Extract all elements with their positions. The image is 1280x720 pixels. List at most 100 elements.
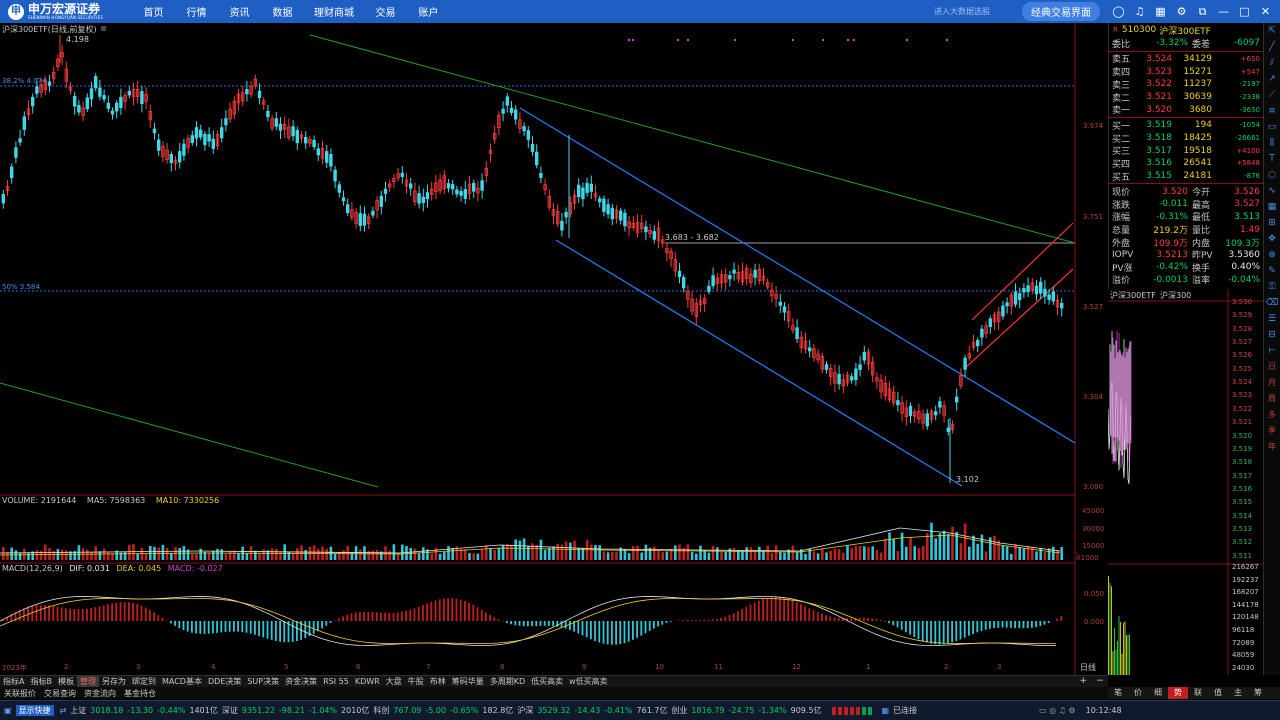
panel-tab[interactable]: 主 bbox=[1228, 687, 1248, 699]
indicator-tab[interactable]: 牛股 bbox=[405, 676, 427, 687]
arrow-tool-icon[interactable]: ↗ bbox=[1268, 71, 1276, 87]
nav-data[interactable]: 数据 bbox=[261, 4, 304, 19]
indicator-tab[interactable]: w低买高卖 bbox=[566, 676, 611, 687]
rsi-tool-icon[interactable]: ⊞ bbox=[1268, 215, 1276, 231]
ruler-icon[interactable]: ⊢ bbox=[1268, 343, 1276, 359]
order-row[interactable]: 买三 3.517 19518 +4100 bbox=[1109, 144, 1263, 158]
table-icon[interactable]: ⊟ bbox=[1268, 327, 1276, 343]
panel-tab[interactable]: 细 bbox=[1148, 687, 1168, 699]
indicator-tab[interactable]: 低买高卖 bbox=[528, 676, 566, 687]
ray-tool-icon[interactable]: ⟋ bbox=[1269, 87, 1275, 103]
order-row[interactable]: 卖三 3.522 11237 -2197 bbox=[1109, 78, 1263, 91]
close-icon[interactable]: ✕ bbox=[1255, 5, 1276, 18]
panel-tab[interactable]: 势 bbox=[1168, 687, 1188, 699]
lock-icon[interactable]: ⚿ bbox=[1269, 279, 1276, 295]
order-row[interactable]: 卖五 3.524 34129 +650 bbox=[1109, 53, 1263, 66]
nav-wealth[interactable]: 理财商城 bbox=[304, 4, 364, 19]
indicator-tab[interactable]: RSI 55 bbox=[320, 677, 352, 686]
order-row[interactable]: 买二 3.518 18425 -26661 bbox=[1109, 132, 1263, 145]
list-icon[interactable]: ☰ bbox=[1268, 311, 1276, 327]
user-icon[interactable]: ◯ bbox=[1108, 5, 1129, 18]
headset-icon[interactable]: ♫ bbox=[1129, 5, 1150, 18]
zoom-out-button[interactable]: − bbox=[1096, 675, 1104, 687]
indicator-tab[interactable]: 资金决策 bbox=[282, 676, 320, 687]
nav-home[interactable]: 首页 bbox=[132, 4, 175, 19]
rect-tool-icon[interactable]: ▭ bbox=[1268, 119, 1277, 135]
nav-news[interactable]: 资讯 bbox=[218, 4, 261, 19]
grid-tool-icon[interactable]: ▦ bbox=[1268, 199, 1277, 215]
order-row[interactable]: 买一 3.519 194 -1054 bbox=[1109, 119, 1263, 132]
indicator-tab[interactable]: 筹码华量 bbox=[449, 676, 487, 687]
period-week[interactable]: 周 bbox=[1268, 391, 1276, 407]
panel-tab[interactable]: 价 bbox=[1128, 687, 1148, 699]
minimize-icon[interactable]: — bbox=[1213, 5, 1234, 18]
arrows-icon[interactable]: ✥ bbox=[1268, 231, 1276, 247]
bottom-tab[interactable]: 交易查询 bbox=[40, 688, 80, 699]
intraday-tab-etf[interactable]: 沪深300ETF bbox=[1110, 290, 1156, 301]
panel-tab[interactable]: 笔 bbox=[1108, 687, 1128, 699]
order-row[interactable]: 卖二 3.521 30639 -2338 bbox=[1109, 91, 1263, 104]
parallel-tool-icon[interactable]: ⫽ bbox=[1270, 55, 1274, 71]
text-tool-icon[interactable]: Ｔ bbox=[1267, 151, 1276, 167]
eraser-icon[interactable]: ⌫ bbox=[1266, 295, 1279, 311]
status-tools[interactable]: ▭ ◎ ♫ ⚙ bbox=[1039, 706, 1076, 715]
kline-chart[interactable] bbox=[0, 23, 1108, 675]
maximize-icon[interactable]: □ bbox=[1234, 5, 1255, 18]
zoom-in-button[interactable]: + bbox=[1079, 675, 1087, 687]
intraday-chart-area[interactable]: 沪深300ETF 沪深300 3.530 3.529 3.528 3.527 3.526… bbox=[1107, 289, 1263, 675]
period-year[interactable]: 年 bbox=[1268, 439, 1276, 455]
indicator-tab[interactable]: DDE决策 bbox=[205, 676, 244, 687]
nav-trade[interactable]: 交易 bbox=[364, 4, 407, 19]
period-day[interactable]: 日 bbox=[1268, 359, 1276, 375]
indicator-tab[interactable]: 绑定到 bbox=[129, 676, 159, 687]
chart-settings-icon[interactable]: ⊗ bbox=[100, 24, 107, 33]
zoom-in-icon[interactable]: ⊕ bbox=[1268, 247, 1276, 263]
order-level: 卖一 bbox=[1112, 106, 1131, 117]
line-tool-icon[interactable]: ╱ bbox=[1269, 39, 1274, 55]
indicator-tab[interactable]: 多周期KD bbox=[487, 676, 528, 687]
circle-tool-icon[interactable]: ○ bbox=[1268, 167, 1276, 183]
stock-screener-link[interactable]: 进入大数据选股 bbox=[934, 6, 990, 17]
channel-tool-icon[interactable]: ⫼ bbox=[1270, 135, 1274, 151]
restore-icon[interactable]: ⧉ bbox=[1192, 5, 1213, 19]
shortcut-tag[interactable]: 显示快捷 bbox=[15, 705, 54, 716]
bottom-tab[interactable]: 关联报价 bbox=[0, 688, 40, 699]
candle-body bbox=[728, 275, 732, 280]
start-icon[interactable]: ▣ bbox=[4, 706, 12, 715]
indicator-tab[interactable]: 指标A bbox=[0, 676, 27, 687]
pen-icon[interactable]: ✎ bbox=[1268, 263, 1276, 279]
status-sh-icon[interactable]: ⇄ bbox=[60, 706, 67, 715]
fib-tool-icon[interactable]: ≡ bbox=[1268, 103, 1276, 119]
period-month[interactable]: 月 bbox=[1268, 375, 1276, 391]
indicator-tab[interactable]: 模板 bbox=[55, 676, 77, 687]
bottom-tab[interactable]: 基金持仓 bbox=[120, 688, 160, 699]
indicator-tab[interactable]: SUP决策 bbox=[244, 676, 282, 687]
indicator-tab[interactable]: KDWR bbox=[352, 677, 383, 686]
panel-tab[interactable]: 值 bbox=[1208, 687, 1228, 699]
nav-account[interactable]: 账户 bbox=[407, 4, 450, 19]
settings-icon[interactable]: ⚙ bbox=[1171, 5, 1192, 18]
indicator-tab[interactable]: 布林 bbox=[427, 676, 449, 687]
order-row[interactable]: 买四 3.516 26541 +5848 bbox=[1109, 157, 1263, 170]
indicator-tab[interactable]: 指标B bbox=[27, 676, 55, 687]
order-row[interactable]: 卖四 3.523 15271 +547 bbox=[1109, 65, 1263, 79]
wave-tool-icon[interactable]: ∿ bbox=[1268, 183, 1276, 199]
indicator-tab[interactable]: 大盘 bbox=[383, 676, 405, 687]
order-row[interactable]: 卖一 3.520 3680 -3650 bbox=[1109, 103, 1263, 117]
panel-tab[interactable]: 筹 bbox=[1248, 687, 1268, 699]
period-multi[interactable]: 多 bbox=[1268, 407, 1276, 423]
panel-tab[interactable]: 联 bbox=[1188, 687, 1208, 699]
indicator-tab[interactable]: 另存为 bbox=[99, 676, 129, 687]
order-row[interactable]: 买五 3.515 24181 -876 bbox=[1109, 170, 1263, 183]
period-season[interactable]: 季 bbox=[1268, 423, 1276, 439]
grid-icon[interactable]: ▦ bbox=[1150, 5, 1171, 18]
indicator-tab[interactable]: MACD基本 bbox=[159, 676, 205, 687]
classic-trade-button[interactable]: 经典交易界面 bbox=[1022, 2, 1100, 21]
pointer-icon[interactable]: ⇱ bbox=[1268, 23, 1276, 39]
nav-market[interactable]: 行情 bbox=[175, 4, 218, 19]
candle-body bbox=[198, 129, 203, 138]
kline-chart-area[interactable]: 沪深300ETF(日线,前复权) ⊗ 4.198 3.102 38.2% 4.0… bbox=[0, 23, 1108, 675]
indicator-tab[interactable]: 管理 bbox=[76, 676, 99, 687]
intraday-tab-index[interactable]: 沪深300 bbox=[1160, 290, 1191, 301]
bottom-tab[interactable]: 资金流向 bbox=[80, 688, 120, 699]
